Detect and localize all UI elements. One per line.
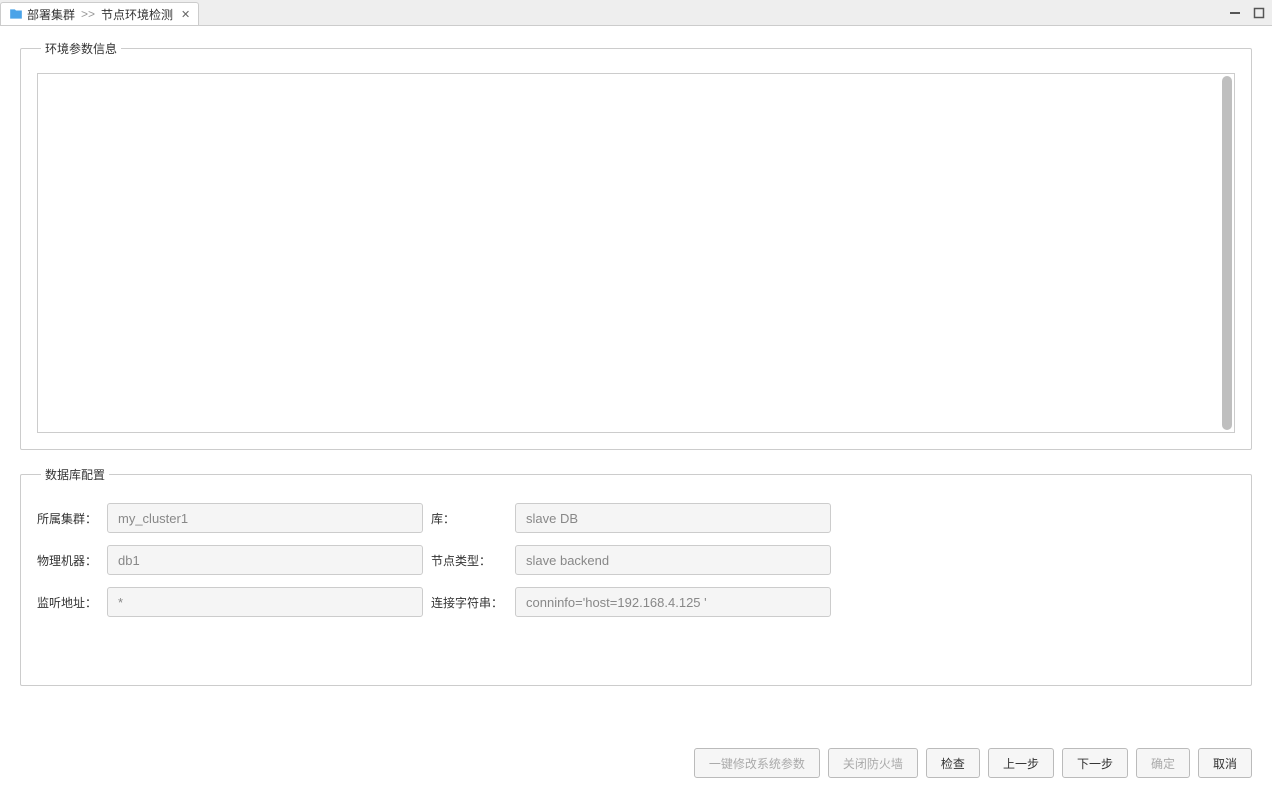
breadcrumb-part1: 部署集群 [27, 6, 75, 23]
breadcrumb-part2: 节点环境检测 [101, 6, 173, 23]
scrollbar-thumb[interactable] [1222, 76, 1232, 430]
ok-button[interactable]: 确定 [1136, 748, 1190, 778]
db-config-form: 所属集群： 库： 物理机器： 节点类型： 监听地址： 连接字符串： [37, 503, 1235, 617]
check-button[interactable]: 检查 [926, 748, 980, 778]
machine-input[interactable] [107, 545, 423, 575]
breadcrumb-separator: >> [79, 7, 97, 21]
env-params-textarea[interactable] [37, 73, 1235, 433]
node-type-label: 节点类型： [431, 552, 507, 569]
content-area: 环境参数信息 数据库配置 所属集群： 库： 物理机器： 节点类型： 监听地址： … [0, 26, 1272, 788]
prev-button[interactable]: 上一步 [988, 748, 1054, 778]
db-input[interactable] [515, 503, 831, 533]
conn-str-label: 连接字符串： [431, 594, 507, 611]
cancel-button[interactable]: 取消 [1198, 748, 1252, 778]
listen-addr-label: 监听地址： [37, 594, 99, 611]
conn-str-input[interactable] [515, 587, 831, 617]
env-params-legend: 环境参数信息 [41, 40, 121, 57]
db-label: 库： [431, 510, 507, 527]
maximize-icon[interactable] [1252, 6, 1266, 20]
machine-label: 物理机器： [37, 552, 99, 569]
modify-system-params-button[interactable]: 一键修改系统参数 [694, 748, 820, 778]
db-config-fieldset: 数据库配置 所属集群： 库： 物理机器： 节点类型： 监听地址： 连接字符串： [20, 466, 1252, 686]
folder-icon [9, 7, 23, 21]
close-firewall-button[interactable]: 关闭防火墙 [828, 748, 918, 778]
scrollbar[interactable] [1222, 76, 1232, 430]
cluster-label: 所属集群： [37, 510, 99, 527]
db-config-legend: 数据库配置 [41, 466, 109, 483]
listen-addr-input[interactable] [107, 587, 423, 617]
cluster-input[interactable] [107, 503, 423, 533]
minimize-icon[interactable] [1228, 6, 1242, 20]
window-controls [1228, 0, 1266, 26]
next-button[interactable]: 下一步 [1062, 748, 1128, 778]
tab-node-env-check[interactable]: 部署集群 >> 节点环境检测 ✕ [0, 2, 199, 25]
tab-bar: 部署集群 >> 节点环境检测 ✕ [0, 0, 1272, 26]
env-params-fieldset: 环境参数信息 [20, 40, 1252, 450]
button-bar: 一键修改系统参数 关闭防火墙 检查 上一步 下一步 确定 取消 [20, 728, 1252, 778]
node-type-input[interactable] [515, 545, 831, 575]
close-icon[interactable]: ✕ [181, 8, 190, 21]
